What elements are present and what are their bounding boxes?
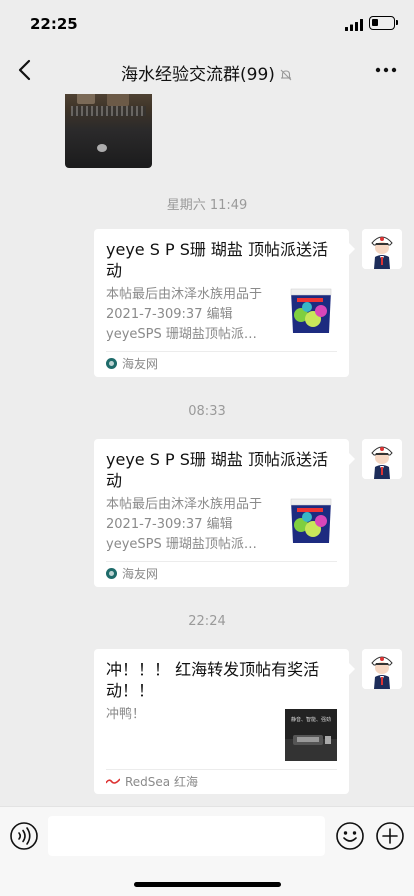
chat-title: 海水经验交流群(99) [0,60,414,85]
card-description: 冲鸭！ [106,707,146,722]
bell-slash-icon [280,69,292,81]
card-thumbnail [285,285,337,337]
card-source-label: 海友网 [122,566,159,581]
card-title: yeye S P S珊 瑚盐 顶帖派送活动 [106,450,329,490]
voice-icon[interactable] [9,821,39,851]
link-card[interactable]: yeye S P S珊 瑚盐 顶帖派送活动 本帖最后由沐泽水族用品于 2021-… [94,439,355,587]
battery-icon [369,16,398,30]
avatar[interactable] [362,649,402,689]
card-source-label: 海友网 [122,356,159,371]
message-timestamp: 星期六 11:49 [166,198,248,213]
message-input[interactable] [48,816,325,856]
card-description: 本帖最后由沐泽水族用品于 2021-7-309:37 编辑 yeyeSPS 珊瑚… [106,287,263,342]
chat-area[interactable]: 星期六 11:49 yeye S P S珊 瑚盐 顶帖派送活动 本帖最后由沐泽水… [0,94,414,806]
avatar[interactable] [362,439,402,479]
avatar[interactable] [362,229,402,269]
card-description: 本帖最后由沐泽水族用品于 2021-7-309:37 编辑 yeyeSPS 珊瑚… [106,497,263,552]
card-source: 海友网 [106,355,158,371]
card-source-label: RedSea 红海 [125,774,198,789]
message-timestamp: 08:33 [188,404,226,419]
haiyou-logo-icon [106,357,117,369]
link-card[interactable]: 冲！！！ 红海转发顶帖有奖活动！！ 冲鸭！ 静音、智能、强劲 RedSea 红海 [94,649,355,794]
signal-icon [345,19,363,31]
previous-image-message[interactable] [65,94,152,168]
link-card[interactable]: yeye S P S珊 瑚盐 顶帖派送活动 本帖最后由沐泽水族用品于 2021-… [94,229,355,377]
plus-circle-icon[interactable] [375,821,405,851]
card-source: RedSea 红海 [106,773,198,789]
chat-title-text: 海水经验交流群(99) [121,65,275,85]
card-thumbnail [285,495,337,547]
card-title: 冲！！！ 红海转发顶帖有奖活动！！ [106,660,320,700]
card-thumbnail: 静音、智能、强劲 [285,709,337,761]
home-indicator[interactable] [134,882,281,887]
redsea-logo-icon [106,778,120,784]
status-time: 22:25 [30,15,78,33]
emoji-icon[interactable] [335,821,365,851]
message-timestamp: 22:24 [188,614,226,629]
haiyou-logo-icon [106,567,117,579]
nav-bar: 海水经验交流群(99) [0,46,414,94]
status-bar: 22:25 [0,0,414,46]
card-source: 海友网 [106,565,158,581]
card-title: yeye S P S珊 瑚盐 顶帖派送活动 [106,240,329,280]
thumb-caption: 静音、智能、强劲 [291,716,331,723]
more-horizontal-icon[interactable] [374,60,398,80]
